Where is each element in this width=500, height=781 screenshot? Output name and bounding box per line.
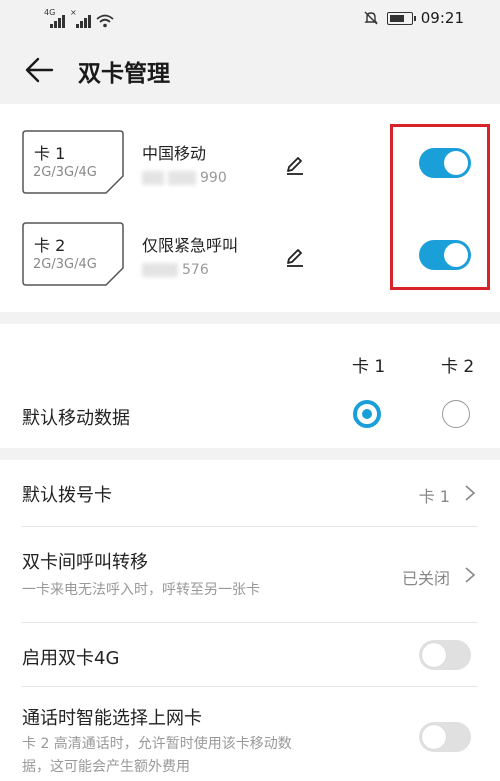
wifi-icon xyxy=(96,14,114,28)
call-forward-value: 已关闭 xyxy=(401,569,450,588)
signal-icon: × xyxy=(70,8,92,28)
divider xyxy=(22,526,478,527)
phone-number: 576 xyxy=(142,262,209,278)
default-data-radio-sim-1[interactable] xyxy=(353,400,381,428)
carrier-name: 中国移动 xyxy=(142,144,207,163)
dual-4g-label: 启用双卡4G xyxy=(22,648,120,669)
app-header: 双卡管理 xyxy=(0,36,500,104)
call-forward-description: 一卡来电无法呼入时，呼转至另一张卡 xyxy=(22,582,260,598)
default-data-section: 卡 1 卡 2 默认移动数据 xyxy=(0,324,500,448)
battery-icon xyxy=(386,11,416,25)
sim-card-network: 2G/3G/4G xyxy=(33,165,97,180)
signal-icon: 4G xyxy=(44,8,66,28)
column-sim-1: 卡 1 xyxy=(352,357,386,377)
chevron-right-icon xyxy=(465,567,476,583)
highlight-box xyxy=(390,124,490,290)
clock: 09:21 xyxy=(420,9,464,27)
smart-select-description-line-1: 卡 2 高清通话时，允许暂时使用该卡移动数 xyxy=(22,736,292,752)
column-sim-2: 卡 2 xyxy=(441,357,475,377)
smart-select-description-line-2: 据，这可能会产生额外费用 xyxy=(22,759,190,775)
smart-select-label: 通话时智能选择上网卡 xyxy=(22,708,202,729)
status-bar: 4G × 09:21 xyxy=(0,0,500,36)
edit-icon[interactable] xyxy=(284,154,306,176)
phone-number: 990 xyxy=(142,170,227,186)
page-title: 双卡管理 xyxy=(78,61,170,87)
sim-card-name: 卡 2 xyxy=(34,236,66,255)
default-call-label: 默认拨号卡 xyxy=(22,485,112,506)
chevron-right-icon xyxy=(465,485,476,501)
divider xyxy=(22,686,478,687)
divider xyxy=(22,622,478,623)
default-data-label: 默认移动数据 xyxy=(22,408,130,429)
smart-select-toggle[interactable] xyxy=(419,722,471,752)
default-call-value: 卡 1 xyxy=(418,487,450,506)
carrier-name: 仅限紧急呼叫 xyxy=(142,236,239,255)
sim-card-network: 2G/3G/4G xyxy=(33,257,97,272)
sim-card-2: 卡 2 2G/3G/4G xyxy=(22,222,124,286)
signal-group: 4G × xyxy=(44,8,114,28)
dual-4g-toggle[interactable] xyxy=(419,640,471,670)
edit-icon[interactable] xyxy=(284,246,306,268)
call-forward-label: 双卡间呼叫转移 xyxy=(22,552,148,573)
back-arrow-icon[interactable] xyxy=(24,56,54,84)
status-right: 09:21 xyxy=(363,9,464,27)
sim-cards-section: 卡 1 2G/3G/4G 中国移动 990 卡 2 2G/3G/4G 仅限紧急呼… xyxy=(0,104,500,312)
sim-card-name: 卡 1 xyxy=(34,144,66,163)
default-data-radio-sim-2[interactable] xyxy=(442,400,470,428)
sim-card-1: 卡 1 2G/3G/4G xyxy=(22,130,124,194)
settings-list: 默认拨号卡 卡 1 双卡间呼叫转移 一卡来电无法呼入时，呼转至另一张卡 已关闭 … xyxy=(0,460,500,781)
mute-icon xyxy=(364,11,378,25)
